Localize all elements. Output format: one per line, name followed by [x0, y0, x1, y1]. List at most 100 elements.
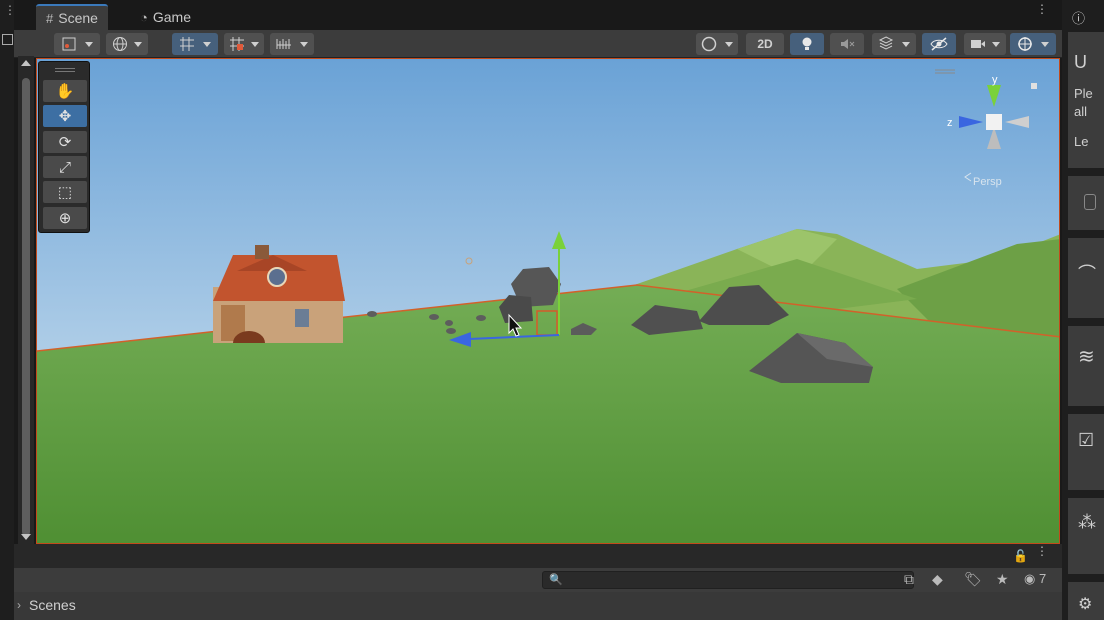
scene-viewport[interactable]: y z Persp	[36, 58, 1060, 544]
tab-game[interactable]: ◔ Game	[130, 4, 201, 30]
curve-icon: ⌒	[1078, 264, 1096, 284]
hash-icon: #	[46, 10, 54, 26]
tab-game-label: Game	[152, 9, 191, 25]
grid-snap-icon	[180, 37, 194, 51]
scroll-up-icon[interactable]	[21, 60, 31, 66]
checklist-icon: ☑	[1078, 430, 1095, 450]
hand-icon: ✋	[55, 83, 75, 100]
move-icon: ✥	[58, 108, 72, 125]
inspector-section-4: ≋	[1068, 326, 1104, 406]
hierarchy-header: 🔓 ⋮	[14, 544, 1062, 568]
hierarchy-search-row: 🔍 ⧉ ◆ 🏷 ★ ◉ 7	[14, 568, 1062, 592]
nodes-icon: ⁂	[1078, 512, 1096, 532]
favorite-icon[interactable]: ★	[996, 571, 1009, 588]
chevron-right-icon[interactable]: ›	[17, 598, 21, 612]
house-model[interactable]	[213, 245, 345, 343]
chevron-down-icon	[992, 41, 1000, 47]
rotate-icon: ⟳	[58, 134, 72, 151]
chevron-down-icon	[203, 41, 211, 47]
global-icon	[113, 37, 127, 51]
left-strip: ⋮	[0, 0, 16, 620]
scene-toolbar: 2D	[14, 30, 1062, 58]
scenes-folder-row[interactable]: › Scenes	[14, 592, 1062, 620]
camera-button[interactable]	[964, 33, 1006, 55]
hidden-count: 7	[1038, 571, 1047, 586]
lock-icon[interactable]: 🔓	[1013, 549, 1028, 563]
inspector-section-5: ☑	[1068, 414, 1104, 490]
projection-label[interactable]: Persp	[973, 176, 1002, 188]
layers-icon: ≋	[1078, 346, 1095, 368]
transform-icon: ⊕	[58, 210, 72, 227]
search-icon: 🔍	[549, 574, 563, 586]
draw-mode-button[interactable]	[54, 33, 100, 55]
lighting-toggle-button[interactable]	[790, 33, 824, 55]
inspector-section: U Ple all Le	[1068, 32, 1104, 168]
unity-editor: ⋮ # Scene ◔ Game ⋮ 2D y z Persp ✋ ✥ ⟳ ⤢ …	[0, 0, 1104, 620]
tab-scene-label: Scene	[58, 10, 98, 26]
hierarchy-search-input[interactable]: 🔍	[542, 571, 914, 589]
effects-icon	[878, 36, 894, 50]
scale-tool-button[interactable]: ⤢	[43, 156, 87, 178]
chevron-down-icon	[251, 41, 259, 47]
gamepad-icon: ◔	[140, 9, 148, 25]
toggle-button[interactable]	[1084, 194, 1096, 210]
grid-snap-button[interactable]	[172, 33, 218, 55]
gizmo-z-label: z	[947, 117, 953, 129]
inspector-panel: ⓘ U Ple all Le ⌒ ≋ ☑ ⁂ ⚙	[1062, 0, 1104, 620]
scale-icon: ⤢	[58, 158, 71, 176]
maximize-icon[interactable]	[2, 34, 13, 45]
rect-icon: ⬚	[57, 184, 73, 201]
effects-button[interactable]	[872, 33, 916, 55]
chevron-down-icon	[300, 41, 308, 47]
inspector-section-7: ⚙	[1068, 582, 1104, 620]
chevron-down-icon	[902, 41, 910, 47]
chevron-down-icon	[725, 41, 733, 47]
info-icon[interactable]: ⓘ	[1072, 8, 1085, 27]
shading-mode-button[interactable]	[696, 33, 738, 55]
gizmos-button[interactable]	[1010, 33, 1056, 55]
inspector-line-2: all	[1074, 104, 1088, 119]
global-button[interactable]	[106, 33, 148, 55]
scene-render[interactable]: y z Persp	[37, 59, 1060, 544]
hidden-objects-toggle[interactable]: ◉ 7	[1024, 571, 1046, 587]
rotate-tool-button[interactable]: ⟳	[43, 131, 87, 153]
inspector-section-2	[1068, 176, 1104, 230]
tag-icon[interactable]: 🏷	[964, 571, 982, 588]
tab-menu-icon[interactable]: ⋮	[1036, 3, 1048, 15]
scenes-label: Scenes	[29, 597, 76, 613]
lighting-icon	[802, 37, 812, 50]
transform-tool-button[interactable]: ⊕	[43, 207, 87, 229]
scene-scrollbar[interactable]	[18, 56, 34, 544]
grid-increment-button[interactable]	[224, 33, 264, 55]
rect-tool-button[interactable]: ⬚	[43, 181, 87, 203]
hand-tool-button[interactable]: ✋	[43, 80, 87, 102]
inspector-line-3[interactable]: Le	[1074, 134, 1088, 149]
tab-bar: # Scene ◔ Game ⋮	[14, 0, 1062, 30]
2d-toggle-button[interactable]: 2D	[746, 33, 784, 55]
inspector-section-6: ⁂	[1068, 498, 1104, 574]
inspector-section-3: ⌒	[1068, 238, 1104, 318]
chevron-down-icon	[85, 41, 93, 47]
pop-out-icon[interactable]: ⧉	[904, 571, 914, 588]
scrollbar-thumb[interactable]	[22, 78, 30, 536]
grid-increment-icon	[230, 37, 244, 51]
hierarchy-menu-icon[interactable]: ⋮	[1036, 545, 1048, 557]
gizmo-y-label: y	[992, 74, 998, 86]
audio-toggle-button[interactable]	[830, 33, 864, 55]
audio-icon	[841, 39, 855, 49]
inspector-line-1: Ple	[1074, 86, 1093, 101]
visibility-icon	[930, 37, 948, 51]
palette-grip-icon[interactable]	[55, 68, 75, 72]
eye-hidden-icon: ◉	[1024, 571, 1036, 586]
settings-icon: ⚙	[1078, 596, 1093, 613]
move-tool-button[interactable]: ✥	[43, 105, 87, 127]
gizmos-icon	[1018, 37, 1032, 51]
rulers-icon	[276, 39, 291, 49]
tab-scene[interactable]: # Scene	[36, 4, 108, 30]
draw-mode-icon	[62, 37, 76, 51]
rulers-button[interactable]	[270, 33, 314, 55]
shapes-icon[interactable]: ◆	[932, 571, 943, 588]
scroll-down-icon[interactable]	[21, 534, 31, 540]
visibility-toggle-button[interactable]	[922, 33, 956, 55]
shading-icon	[701, 36, 717, 52]
